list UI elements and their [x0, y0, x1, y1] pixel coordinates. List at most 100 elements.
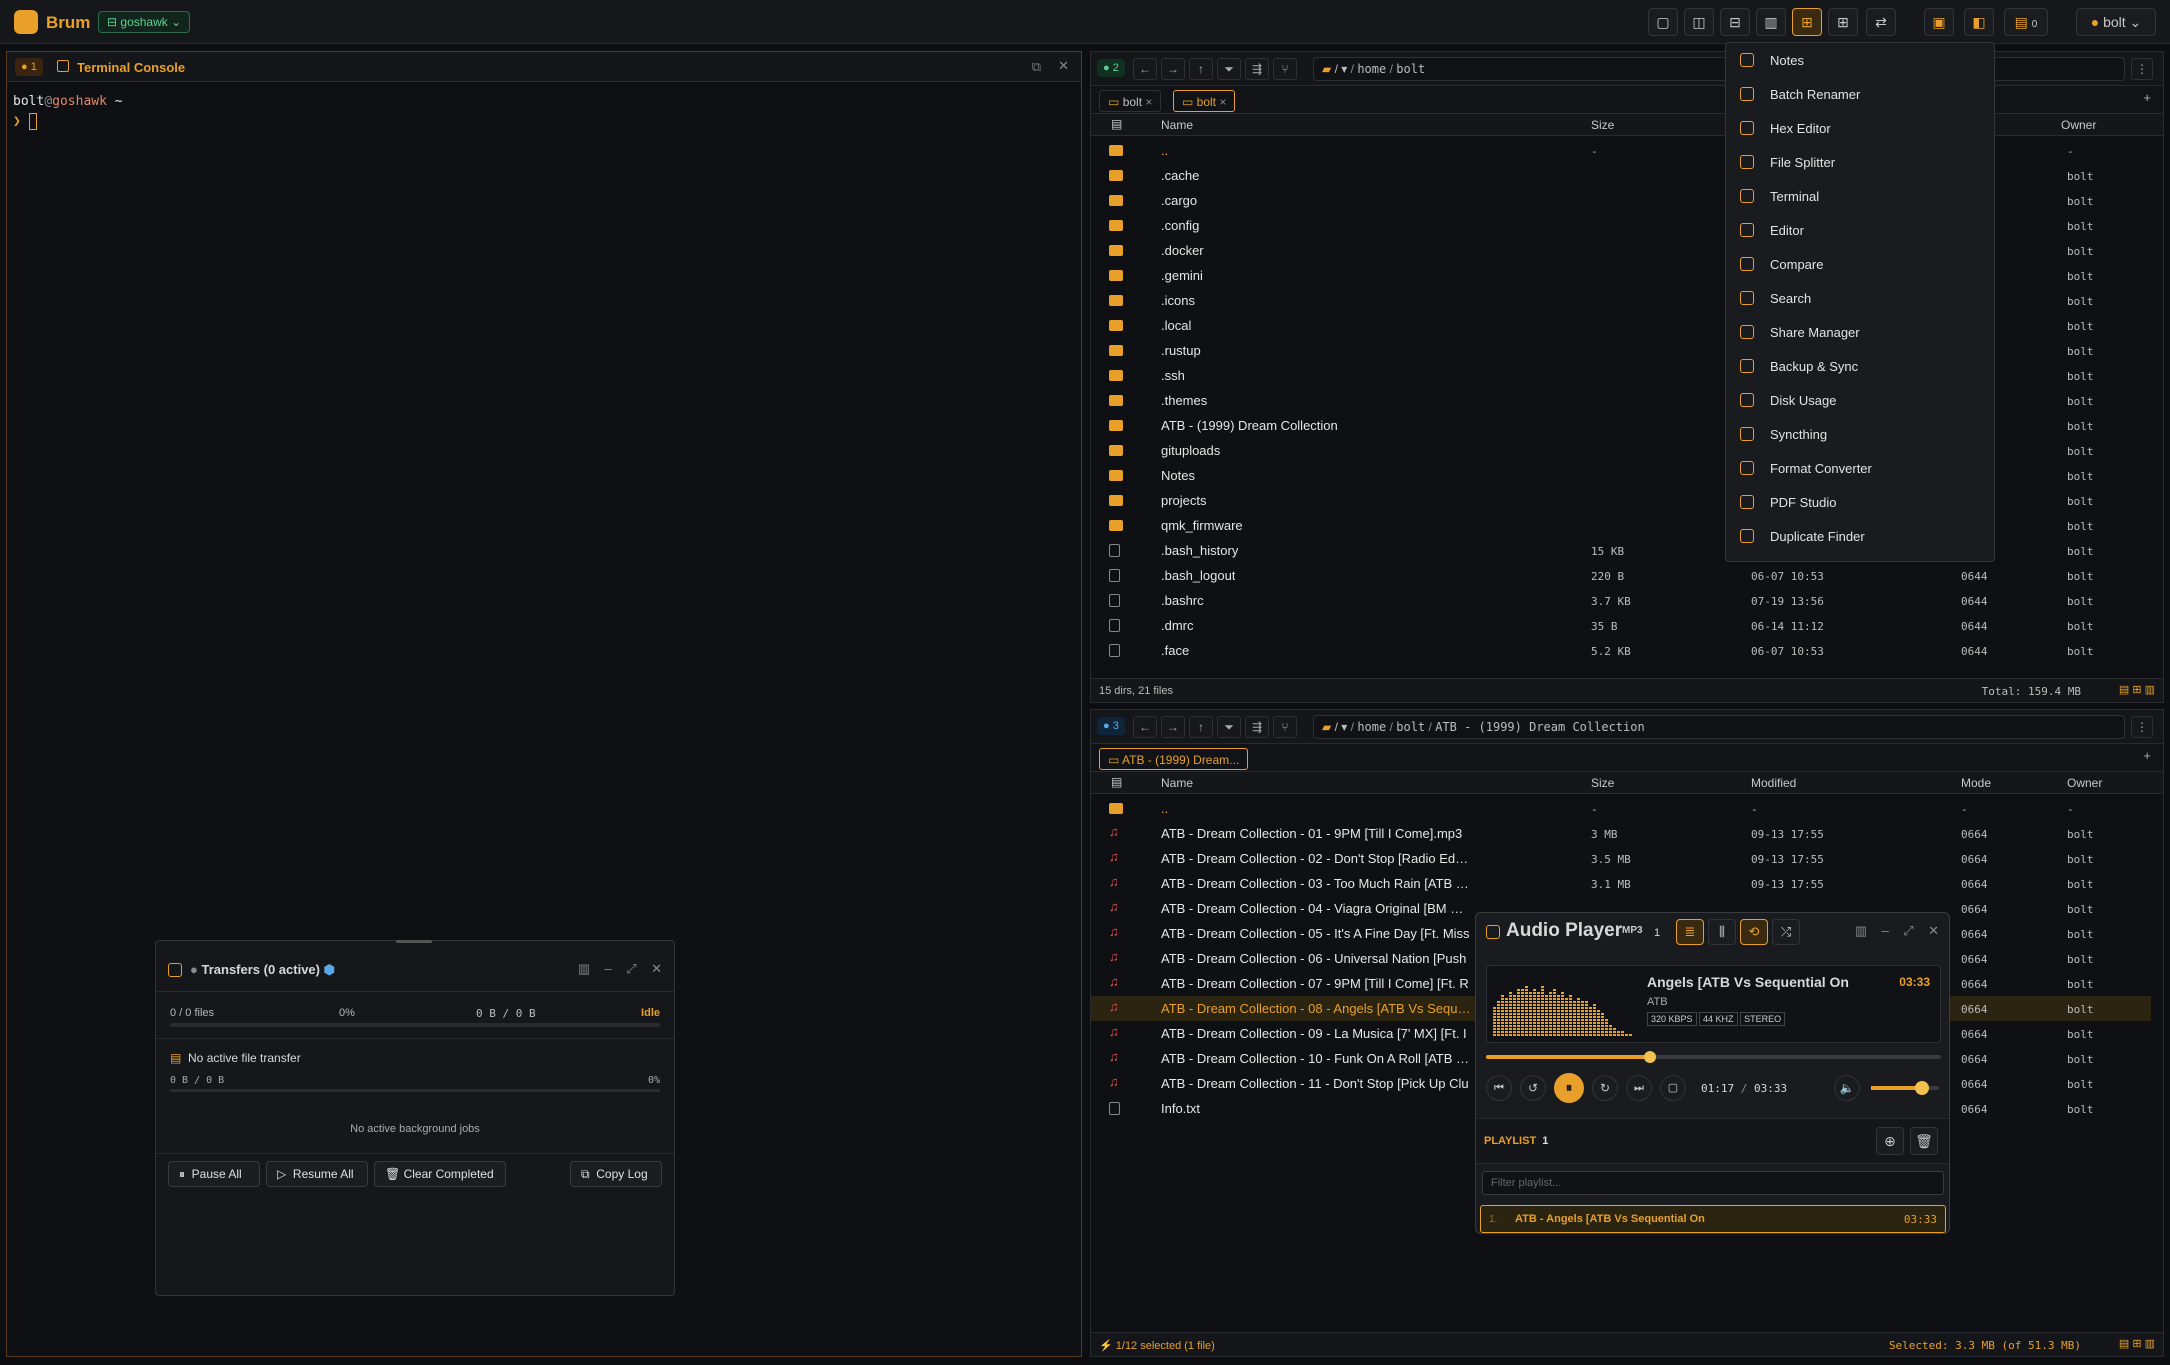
pause-all-button[interactable]: ⏸ Pause All — [168, 1161, 260, 1187]
breadcrumb[interactable]: ▰ / ▾ / home / bolt / ATB - (1999) Dream… — [1313, 715, 2125, 739]
layout-single-icon[interactable]: ▢ — [1648, 8, 1678, 36]
forward-button[interactable]: → — [1161, 716, 1185, 738]
drag-handle[interactable] — [396, 940, 432, 943]
col-owner[interactable]: Owner — [2067, 776, 2102, 790]
stop-icon[interactable]: ▢ — [1660, 1075, 1686, 1101]
visualizer-bar — [1585, 1022, 1588, 1024]
col-modified[interactable]: Modified — [1751, 776, 1796, 790]
menu-item-hex-editor[interactable]: Hex Editor — [1726, 111, 1994, 145]
back-button[interactable]: ← — [1133, 58, 1157, 80]
apps-icon[interactable]: ◧ — [1964, 8, 1994, 36]
terminal-output[interactable]: bolt@goshawk ~ ❯ — [13, 94, 123, 130]
add-tab-icon[interactable]: + — [2143, 90, 2151, 105]
add-tab-icon[interactable]: + — [2143, 748, 2151, 763]
git-icon[interactable]: ⑂ — [1273, 58, 1297, 80]
next-icon[interactable]: ⏭ — [1626, 1075, 1652, 1101]
host-selector[interactable]: ⊟ goshawk ⌄ — [98, 11, 191, 33]
layout-quad-icon[interactable]: ⊞ — [1828, 8, 1858, 36]
table-row[interactable]: ♫ ATB - Dream Collection - 02 - Don't Sto… — [1091, 846, 2151, 871]
visualizer-bar — [1529, 1016, 1532, 1018]
user-menu[interactable]: ● bolt ⌄ — [2076, 8, 2156, 36]
back-button[interactable]: ← — [1133, 716, 1157, 738]
repeat-icon[interactable]: ⟲ — [1740, 919, 1768, 945]
menu-item-editor[interactable]: Editor — [1726, 213, 1994, 247]
menu-item-syncthing[interactable]: Syncthing — [1726, 417, 1994, 451]
layout-grid-icon[interactable]: ⊞ — [1792, 8, 1822, 36]
tree-icon[interactable]: ⇶ — [1245, 716, 1269, 738]
playlist-toggle-icon[interactable]: ≣ — [1676, 919, 1704, 945]
pause-icon[interactable]: ⏸ — [1554, 1073, 1584, 1103]
col-size[interactable]: Size — [1591, 776, 1614, 790]
columns-icon[interactable]: ▤ — [1111, 775, 1122, 789]
menu-item-disk-usage[interactable]: Disk Usage — [1726, 383, 1994, 417]
table-row[interactable]: .bashrc 3.7 KB 07-19 13:56 0644 bolt — [1091, 588, 2151, 613]
volume-icon[interactable]: 🔈 — [1834, 1075, 1860, 1101]
menu-item-format-converter[interactable]: Format Converter — [1726, 451, 1994, 485]
window-controls[interactable]: ▥ – ⤢ ✕ — [578, 961, 662, 977]
col-name[interactable]: Name — [1161, 118, 1193, 132]
shuffle-icon[interactable]: ⤮ — [1772, 919, 1800, 945]
table-row[interactable]: .. - - - - — [1091, 796, 2151, 821]
trash-icon[interactable]: 🗑 — [1910, 1127, 1938, 1155]
seek-bar[interactable] — [1486, 1051, 1941, 1063]
tab-bolt-active[interactable]: ▭ bolt × — [1173, 90, 1236, 112]
columns-icon[interactable]: ▤ — [1111, 117, 1122, 131]
table-row[interactable]: ♫ ATB - Dream Collection - 01 - 9PM [Till… — [1091, 821, 2151, 846]
view-mode-icons[interactable]: ▤ ⊞ ▥ — [2119, 1337, 2155, 1350]
rewind-icon[interactable]: ↺ — [1520, 1075, 1546, 1101]
menu-item-notes[interactable]: Notes — [1726, 43, 1994, 77]
equalizer-icon[interactable]: ⫼ — [1708, 919, 1736, 945]
menu-item-duplicate-finder[interactable]: Duplicate Finder — [1726, 519, 1994, 553]
table-row[interactable]: .dmrc 35 B 06-14 11:12 0644 bolt — [1091, 613, 2151, 638]
tools-menu-icon[interactable]: ⇄ — [1866, 8, 1896, 36]
layout-vsplit-icon[interactable]: ◫ — [1684, 8, 1714, 36]
menu-item-backup-sync[interactable]: Backup & Sync — [1726, 349, 1994, 383]
close-icon[interactable]: ✕ — [1058, 58, 1069, 74]
menu-item-search[interactable]: Search — [1726, 281, 1994, 315]
menu-item-compare[interactable]: Compare — [1726, 247, 1994, 281]
forward-button[interactable]: → — [1161, 58, 1185, 80]
table-row[interactable]: ♫ ATB - Dream Collection - 03 - Too Much … — [1091, 871, 2151, 896]
more-icon[interactable]: ⋮ — [2131, 716, 2153, 738]
table-row[interactable]: .face 5.2 KB 06-07 10:53 0644 bolt — [1091, 638, 2151, 663]
table-row[interactable]: .bash_logout 220 B 06-07 10:53 0644 bolt — [1091, 563, 2151, 588]
view-mode-icons[interactable]: ▤ ⊞ ▥ — [2119, 683, 2155, 696]
menu-item-batch-renamer[interactable]: Batch Renamer — [1726, 77, 1994, 111]
col-size[interactable]: Size — [1591, 118, 1614, 132]
col-mode[interactable]: Mode — [1961, 776, 1991, 790]
tab-bolt[interactable]: ▭ bolt × — [1099, 90, 1162, 112]
add-folder-icon[interactable]: ⊕ — [1876, 1127, 1904, 1155]
filter-icon[interactable]: ⏷ — [1217, 716, 1241, 738]
col-owner[interactable]: Owner — [2061, 118, 2096, 132]
breadcrumb[interactable]: ▰ / ▾ / home / bolt — [1313, 57, 2125, 81]
more-icon[interactable]: ⋮ — [2131, 58, 2153, 80]
bookmarks-icon[interactable]: ▣ — [1924, 8, 1954, 36]
menu-item-file-splitter[interactable]: File Splitter — [1726, 145, 1994, 179]
tree-icon[interactable]: ⇶ — [1245, 58, 1269, 80]
up-button[interactable]: ↑ — [1189, 716, 1213, 738]
playlist-item[interactable]: 1. ATB - Angels [ATB Vs Sequential On 03… — [1480, 1205, 1946, 1233]
copy-log-button[interactable]: ⧉ Copy Log — [570, 1161, 662, 1187]
up-button[interactable]: ↑ — [1189, 58, 1213, 80]
notifications-button[interactable]: ▤ 0 — [2004, 8, 2048, 36]
playlist-filter-input[interactable]: Filter playlist... — [1482, 1171, 1944, 1195]
resume-all-button[interactable]: ▷ Resume All — [266, 1161, 368, 1187]
previous-icon[interactable]: ⏮ — [1486, 1075, 1512, 1101]
visualizer-bar — [1541, 1019, 1544, 1021]
layout-three-col-icon[interactable]: ▥ — [1756, 8, 1786, 36]
window-controls[interactable]: ▥ – ⤢ ✕ — [1855, 923, 1939, 939]
menu-item-terminal[interactable]: Terminal — [1726, 179, 1994, 213]
menu-item-share-manager[interactable]: Share Manager — [1726, 315, 1994, 349]
forward-icon[interactable]: ↻ — [1592, 1075, 1618, 1101]
git-icon[interactable]: ⑂ — [1273, 716, 1297, 738]
menu-item-pdf-studio[interactable]: PDF Studio — [1726, 485, 1994, 519]
col-name[interactable]: Name — [1161, 776, 1193, 790]
clear-completed-button[interactable]: 🗑 Clear Completed — [374, 1161, 506, 1187]
visualizer-bar — [1581, 1019, 1584, 1021]
filter-icon[interactable]: ⏷ — [1217, 58, 1241, 80]
popout-icon[interactable]: ⧉ — [1032, 59, 1041, 75]
visualizer-bar — [1581, 1016, 1584, 1018]
volume-slider[interactable] — [1871, 1081, 1939, 1095]
layout-hsplit-icon[interactable]: ⊟ — [1720, 8, 1750, 36]
tab-atb[interactable]: ▭ ATB - (1999) Dream... — [1099, 748, 1249, 770]
